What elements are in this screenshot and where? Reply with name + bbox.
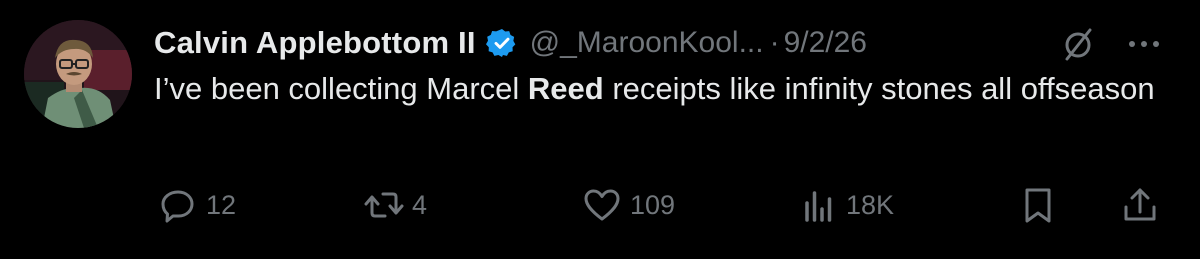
verified-badge-icon (485, 27, 518, 59)
grok-icon[interactable] (1058, 24, 1098, 64)
tweet-text-bold: Reed (527, 71, 604, 106)
reply-icon (158, 185, 198, 225)
display-name[interactable]: Calvin Applebottom II (154, 25, 476, 61)
share-icon (1120, 185, 1160, 225)
tweet-text-part: receipts like infinity stones all offsea… (603, 71, 1155, 106)
tweet[interactable]: Calvin Applebottom II @_MaroonKool... · … (0, 0, 1200, 259)
views-count: 18K (846, 189, 895, 220)
user-handle[interactable]: @_MaroonKool... (530, 26, 764, 60)
share-button[interactable] (1120, 180, 1160, 230)
tweet-header: Calvin Applebottom II @_MaroonKool... · … (154, 22, 867, 64)
repost-count: 4 (412, 189, 428, 220)
heart-icon (582, 185, 622, 225)
reply-count: 12 (206, 189, 237, 220)
tweet-text-part: I’ve been collecting Marcel (154, 71, 528, 106)
tweet-text: I’ve been collecting Marcel Reed receipt… (154, 66, 1174, 112)
reply-button[interactable]: 12 (158, 180, 236, 230)
separator-dot: · (769, 26, 780, 59)
like-count: 109 (630, 189, 676, 220)
avatar[interactable] (24, 20, 132, 128)
views-button[interactable]: 18K (798, 180, 894, 230)
more-horizontal-icon[interactable] (1122, 24, 1166, 64)
like-button[interactable]: 109 (582, 180, 675, 230)
repost-button[interactable]: 4 (364, 180, 427, 230)
bookmark-icon (1018, 185, 1058, 225)
bookmark-button[interactable] (1018, 180, 1058, 230)
tweet-actions: 12 4 109 18K (154, 180, 1174, 230)
views-chart-icon (798, 185, 838, 225)
tweet-date[interactable]: 9/2/26 (784, 26, 867, 60)
repost-icon (364, 185, 404, 225)
